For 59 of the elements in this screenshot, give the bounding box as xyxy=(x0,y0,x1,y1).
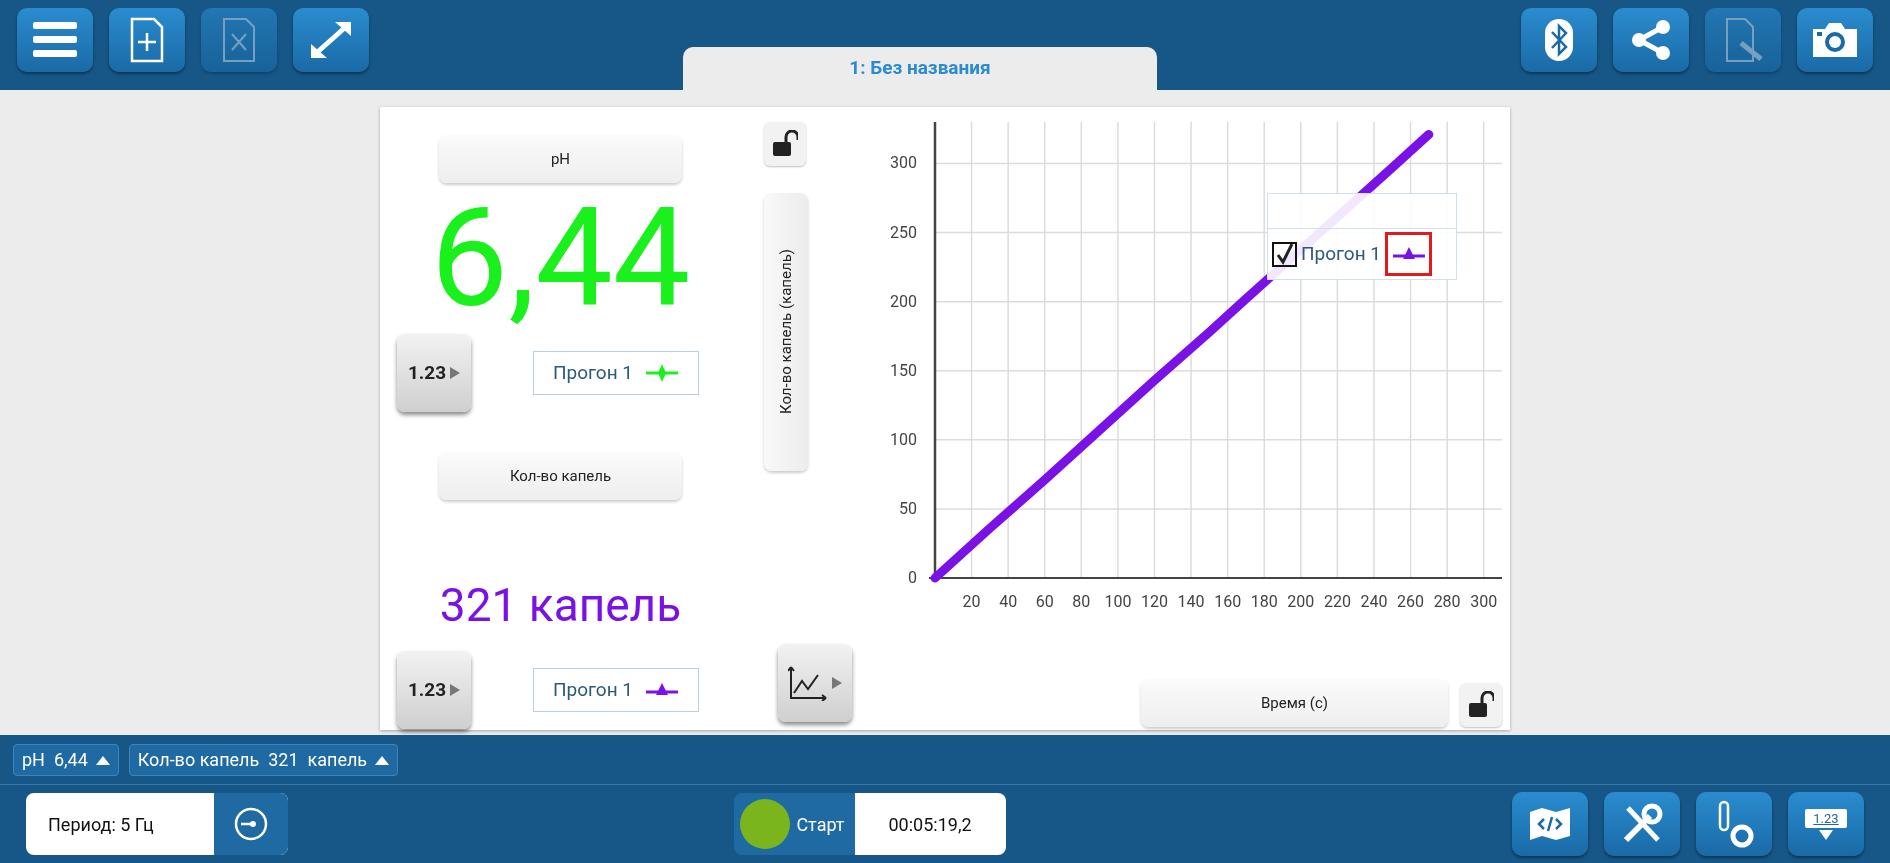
x-tick-label: 220 xyxy=(1323,592,1351,611)
legend-checkbox[interactable] xyxy=(1272,241,1297,267)
y-axis-select-button[interactable]: Кол-во капель (капель) xyxy=(764,193,808,471)
caret-right-icon xyxy=(832,677,842,689)
meter-reading: 321 капель xyxy=(439,582,682,628)
sensor-settings-icon[interactable] xyxy=(1696,792,1772,856)
meter-chip[interactable]: pH 6,44 xyxy=(13,743,119,776)
x-axis-select-button[interactable]: Время (с) xyxy=(1141,679,1448,727)
y-tick-label: 150 xyxy=(890,360,917,380)
digital-display-button[interactable]: 1.23 xyxy=(397,334,471,412)
x-tick-label: 280 xyxy=(1433,592,1461,611)
graph-display-button[interactable] xyxy=(778,644,852,722)
x-tick-label: 40 xyxy=(999,592,1018,611)
digital-display-button[interactable]: 1.23 xyxy=(397,651,471,729)
unlocked-lock-icon[interactable] xyxy=(764,122,806,166)
run-label: Прогон 1 xyxy=(552,676,633,703)
y-tick-label: 250 xyxy=(890,222,917,242)
x-tick-label: 60 xyxy=(1035,592,1054,611)
y-tick-label: 300 xyxy=(890,153,917,173)
y-tick-label: 0 xyxy=(908,568,917,587)
code-map-icon[interactable] xyxy=(1512,792,1588,856)
new-file-icon[interactable] xyxy=(109,8,185,72)
x-tick-label: 300 xyxy=(1470,592,1498,611)
menu-icon[interactable] xyxy=(17,8,93,72)
start-button[interactable]: Старт xyxy=(734,793,855,855)
caret-up-icon xyxy=(375,754,390,765)
timer-settings-icon[interactable] xyxy=(214,793,288,855)
meter-menu-button[interactable]: 1.23 xyxy=(1788,792,1864,856)
x-tick-label: 200 xyxy=(1287,592,1315,611)
caret-right-icon xyxy=(450,367,461,379)
y-tick-label: 200 xyxy=(890,291,917,311)
sensor-select-button[interactable]: pH xyxy=(439,135,682,183)
x-tick-label: 240 xyxy=(1360,592,1388,611)
y-tick-label: 50 xyxy=(899,498,917,518)
x-tick-label: 80 xyxy=(1072,592,1091,611)
elapsed-time: 00:05:19,2 xyxy=(854,793,1006,855)
tools-icon[interactable] xyxy=(1604,792,1680,856)
fullscreen-icon[interactable] xyxy=(293,8,369,72)
y-tick-label: 100 xyxy=(890,429,917,449)
caret-right-icon xyxy=(450,684,461,696)
meter-chip[interactable]: Кол-во капель 321 капель xyxy=(128,743,399,776)
x-tick-label: 180 xyxy=(1250,592,1278,611)
run-label: Прогон 1 xyxy=(552,359,633,386)
x-tick-label: 160 xyxy=(1214,592,1242,611)
bluetooth-icon[interactable] xyxy=(1521,8,1597,72)
x-tick-label: 20 xyxy=(962,592,981,611)
x-tick-label: 260 xyxy=(1397,592,1425,611)
legend-label: Прогон 1 xyxy=(1301,240,1382,267)
x-tick-label: 100 xyxy=(1104,592,1132,611)
camera-icon[interactable] xyxy=(1797,8,1873,72)
x-tick-label: 120 xyxy=(1141,592,1168,611)
line-graph-icon xyxy=(788,665,828,701)
unlocked-lock-icon[interactable] xyxy=(1460,683,1502,727)
sensor-select-button[interactable]: Кол-во капель xyxy=(439,452,682,500)
caret-up-icon xyxy=(95,754,110,765)
share-icon[interactable] xyxy=(1613,8,1689,72)
legend-marker-icon[interactable] xyxy=(1385,232,1433,276)
x-tick-label: 140 xyxy=(1177,592,1205,611)
meter-reading: 6,44 xyxy=(430,189,691,327)
